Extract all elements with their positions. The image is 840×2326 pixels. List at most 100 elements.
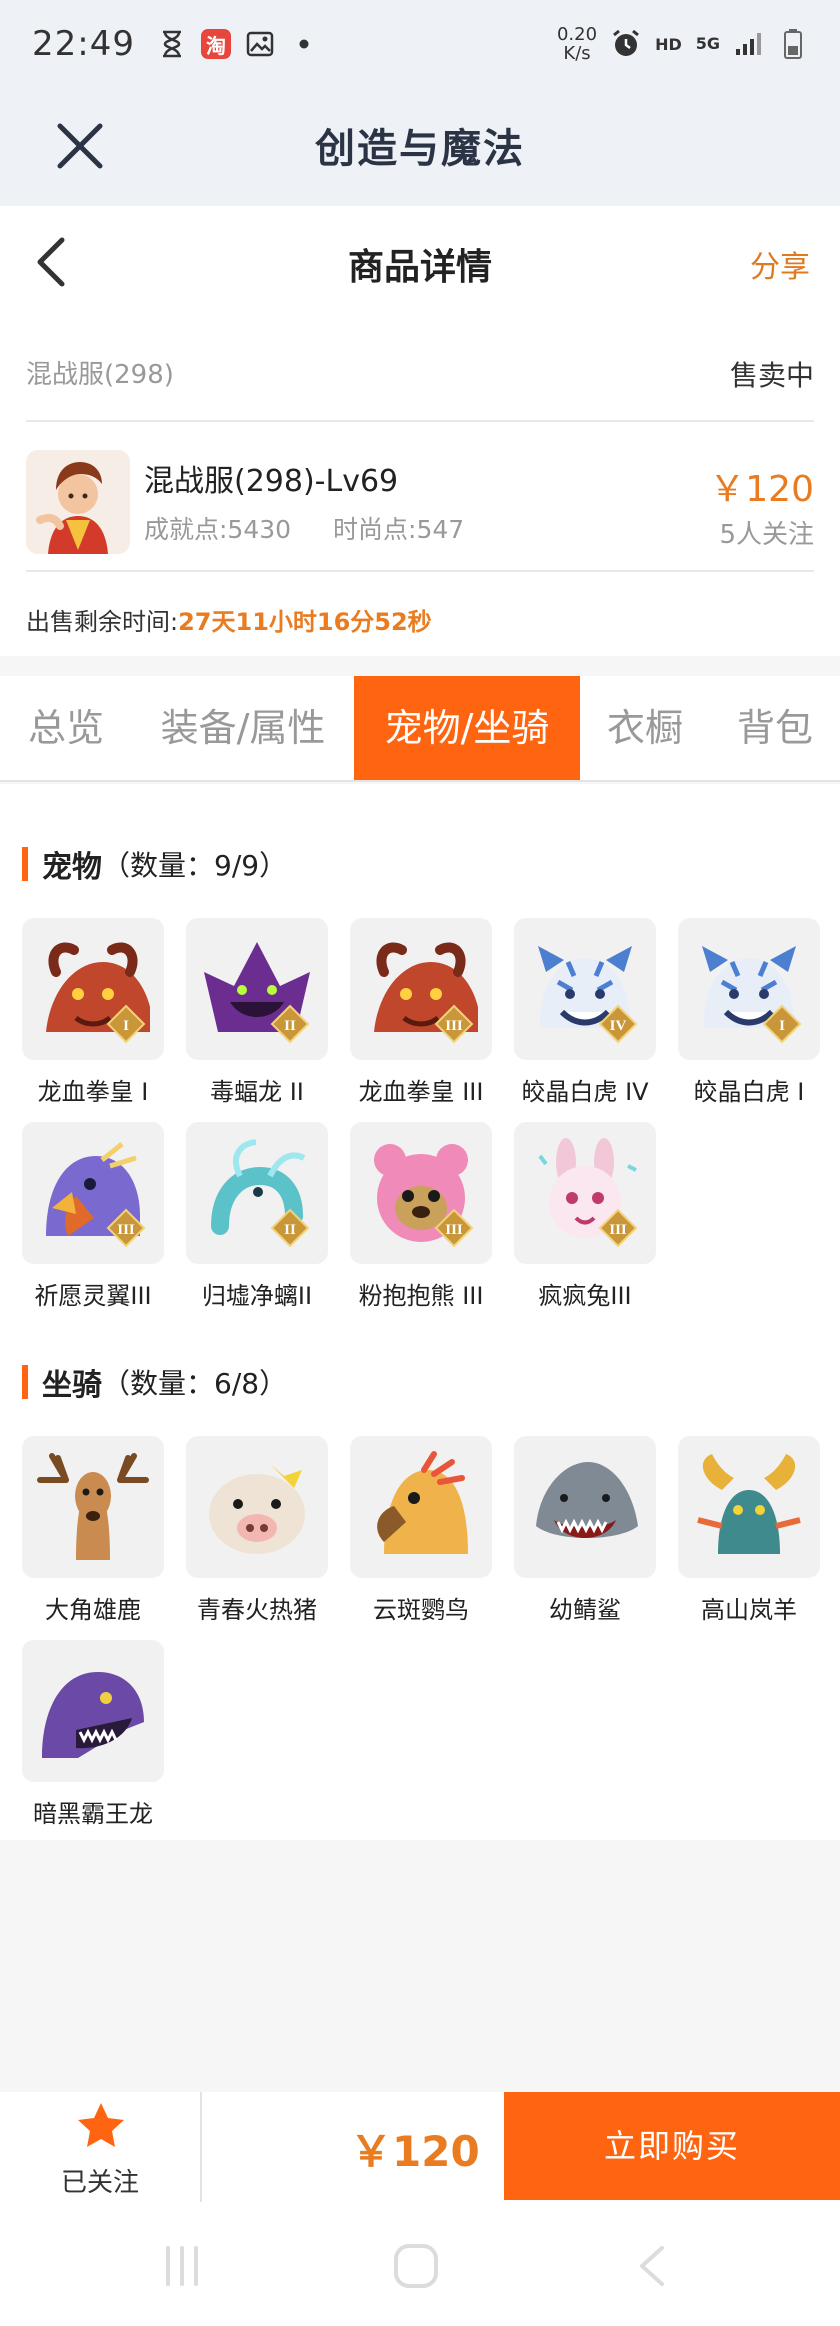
pet-item[interactable]: III 粉抱抱熊 III — [350, 1122, 492, 1311]
pets-section-title: 宠物 （数量：9/9） — [22, 844, 288, 885]
mount-name: 云斑鹦鸟 — [373, 1596, 469, 1624]
mount-thumbnail — [186, 1436, 328, 1578]
mount-item[interactable]: 暗黑霸王龙 — [22, 1640, 164, 1829]
dragon-fist-icon: I — [46, 942, 150, 1044]
wish-wing-bird-icon: III — [46, 1142, 146, 1248]
net-speed-value: 0.20 — [556, 24, 598, 45]
mount-name: 青春火热猪 — [197, 1596, 317, 1624]
tab-bar: 总览 装备/属性 宠物/坐骑 衣橱 背包 — [0, 676, 840, 782]
system-nav-bar — [0, 2202, 840, 2326]
parrot-icon — [377, 1451, 468, 1554]
bottom-action-bar: 已关注 ￥120 立即购买 — [0, 2092, 840, 2202]
pet-thumbnail: I — [22, 918, 164, 1060]
tab-wardrobe[interactable]: 衣橱 — [580, 676, 710, 780]
product-detail-panel: 商品详情 分享 混战服(298) 售卖中 混战服(298)-Lv69 成就点:5… — [0, 206, 840, 656]
mount-thumbnail — [350, 1436, 492, 1578]
net-speed: 0.20 K/s — [557, 25, 597, 63]
character-stats: 成就点:5430 时尚点:547 — [144, 510, 464, 546]
mount-thumbnail — [678, 1436, 820, 1578]
pet-item[interactable]: III 祈愿灵翼III — [22, 1122, 164, 1311]
pet-item[interactable]: II 归墟净螭II — [186, 1122, 328, 1311]
svg-text:I: I — [123, 1018, 129, 1034]
tab-pets-mounts[interactable]: 宠物/坐骑 — [354, 676, 580, 780]
section-marker — [22, 1365, 28, 1399]
tab-overview[interactable]: 总览 — [0, 676, 132, 780]
status-right-icons: 0.20 K/s HD 5G — [557, 25, 808, 63]
pet-thumbnail: IV — [514, 918, 656, 1060]
mount-item[interactable]: 幼鲭鲨 — [514, 1436, 656, 1625]
alarm-icon — [611, 29, 641, 59]
listing-price: ￥120 — [709, 469, 814, 510]
pet-item[interactable]: IV 皎晶白虎 IV — [514, 918, 656, 1107]
pet-item[interactable]: I 皎晶白虎 I — [678, 918, 820, 1107]
shark-icon — [536, 1462, 638, 1538]
dot-icon — [289, 29, 319, 59]
total-price: ￥120 — [350, 2127, 480, 2176]
pet-name: 疯疯兔III — [538, 1282, 632, 1310]
gallery-icon — [245, 29, 275, 59]
character-name: 混战服(298)-Lv69 — [144, 464, 399, 499]
buy-now-button[interactable]: 立即购买 — [504, 2092, 840, 2200]
sale-status: 售卖中 — [729, 359, 814, 392]
pet-name: 毒蝠龙 II — [210, 1078, 304, 1106]
svg-text:I: I — [779, 1018, 785, 1034]
dragon-fist-icon: III — [374, 942, 478, 1044]
pet-name: 龙血拳皇 III — [358, 1078, 484, 1106]
crystal-tiger-icon: IV — [538, 946, 638, 1044]
pet-name: 祈愿灵翼III — [34, 1282, 152, 1310]
pet-item[interactable]: III 龙血拳皇 III — [350, 918, 492, 1107]
svg-text:III: III — [445, 1222, 463, 1238]
follow-button[interactable]: 已关注 — [0, 2092, 200, 2202]
mounts-section-title: 坐骑 （数量：6/8） — [22, 1362, 288, 1403]
product-row[interactable]: 混战服(298)-Lv69 成就点:5430 时尚点:547 ￥120 5人关注 — [26, 442, 814, 554]
mount-item[interactable]: 青春火热猪 — [186, 1436, 328, 1625]
remaining-time-value: 27天11小时16分52秒 — [178, 608, 432, 636]
network-type: 5G — [695, 34, 720, 53]
tab-backpack[interactable]: 背包 — [710, 676, 840, 780]
server-name: 混战服(298) — [26, 360, 174, 390]
taobao-icon: 淘 — [200, 29, 231, 59]
stag-icon — [37, 1453, 149, 1560]
pig-icon — [209, 1464, 305, 1554]
svg-text:IV: IV — [610, 1018, 627, 1034]
pet-thumbnail: II — [186, 918, 328, 1060]
divider — [26, 570, 814, 572]
svg-text:II: II — [284, 1222, 296, 1238]
mount-item[interactable]: 云斑鹦鸟 — [350, 1436, 492, 1625]
pink-bear-icon: III — [374, 1144, 474, 1248]
divider — [26, 420, 814, 422]
pet-item[interactable]: II 毒蝠龙 II — [186, 918, 328, 1107]
pet-item[interactable]: III 疯疯兔III — [514, 1122, 656, 1311]
recent-apps-icon[interactable] — [160, 2244, 204, 2288]
detail-nav: 商品详情 分享 — [0, 206, 840, 318]
follow-label: 已关注 — [60, 2168, 139, 2198]
fashion-points: 时尚点:547 — [333, 515, 465, 544]
back-nav-icon[interactable] — [632, 2242, 672, 2290]
mount-name: 幼鲭鲨 — [549, 1596, 621, 1624]
dark-trex-icon — [42, 1672, 144, 1758]
share-button[interactable]: 分享 — [750, 242, 810, 286]
pets-mounts-content: 宠物 （数量：9/9） I 龙血拳皇 I II 毒蝠龙 II III 龙血拳皇 III IV… — [0, 784, 840, 1840]
crystal-tiger-icon: I — [702, 946, 802, 1044]
pet-name: 粉抱抱熊 III — [358, 1282, 484, 1310]
mounts-count: （数量：6/8） — [102, 1367, 288, 1400]
page-title: 商品详情 — [347, 247, 492, 288]
mount-item[interactable]: 高山岚羊 — [678, 1436, 820, 1625]
pet-name: 皎晶白虎 IV — [521, 1078, 649, 1106]
pet-thumbnail: II — [186, 1122, 328, 1264]
pets-count: （数量：9/9） — [102, 849, 288, 882]
remaining-time-label: 出售剩余时间: — [26, 608, 179, 636]
achievement-points: 成就点:5430 — [144, 515, 292, 544]
mounts-title: 坐骑 — [42, 1368, 102, 1403]
home-icon[interactable] — [392, 2242, 440, 2290]
pet-item[interactable]: I 龙血拳皇 I — [22, 918, 164, 1107]
tab-equipment[interactable]: 装备/属性 — [132, 676, 354, 780]
svg-text:II: II — [284, 1018, 296, 1034]
mount-name: 高山岚羊 — [701, 1596, 797, 1624]
mount-name: 暗黑霸王龙 — [33, 1800, 153, 1828]
mount-thumbnail — [22, 1436, 164, 1578]
pet-thumbnail: III — [22, 1122, 164, 1264]
mount-item[interactable]: 大角雄鹿 — [22, 1436, 164, 1625]
character-avatar — [26, 450, 130, 554]
mount-thumbnail — [22, 1640, 164, 1782]
